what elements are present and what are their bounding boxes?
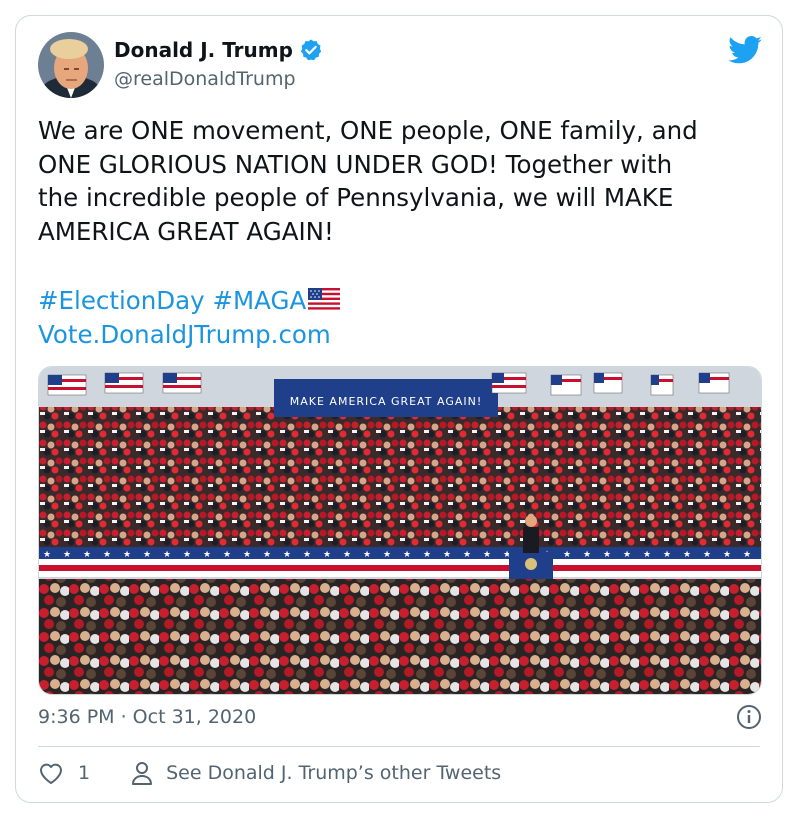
tweet-text: We are ONE movement, ONE people, ONE fam… bbox=[38, 116, 698, 246]
author-row[interactable]: Donald J. Trump bbox=[114, 38, 323, 62]
tweet-links: #ElectionDay #MAGA Vote.DonaldJTrump.com bbox=[38, 284, 341, 352]
heart-icon[interactable] bbox=[38, 761, 64, 785]
author-name[interactable]: Donald J. Trump bbox=[114, 38, 293, 62]
tweet-timestamp[interactable]: 9:36 PM · Oct 31, 2020 bbox=[38, 706, 256, 728]
tweet-card[interactable]: Donald J. Trump @realDonaldTrump We are … bbox=[15, 15, 783, 803]
see-other-tweets-link[interactable]: See Donald J. Trump’s other Tweets bbox=[166, 762, 501, 784]
hashtag-election-day[interactable]: #ElectionDay bbox=[38, 286, 205, 315]
verified-badge-icon bbox=[300, 39, 322, 61]
author-handle[interactable]: @realDonaldTrump bbox=[114, 68, 296, 90]
rally-banner-text: MAKE AMERICA GREAT AGAIN! bbox=[290, 395, 483, 408]
tweet-actions: 1 See Donald J. Trump’s other Tweets bbox=[38, 760, 501, 786]
avatar[interactable] bbox=[38, 32, 104, 98]
tweet-link[interactable]: Vote.DonaldJTrump.com bbox=[38, 318, 340, 352]
hashtag-maga[interactable]: #MAGA bbox=[212, 286, 306, 315]
user-icon bbox=[132, 762, 153, 785]
twitter-bird-icon[interactable] bbox=[728, 36, 762, 64]
like-count[interactable]: 1 bbox=[78, 762, 90, 784]
divider bbox=[38, 746, 760, 747]
rally-photo[interactable]: ★ MAKE AMERICA GREAT AGAIN! bbox=[38, 366, 762, 695]
us-flag-icon bbox=[308, 288, 341, 312]
info-icon[interactable] bbox=[736, 704, 762, 730]
